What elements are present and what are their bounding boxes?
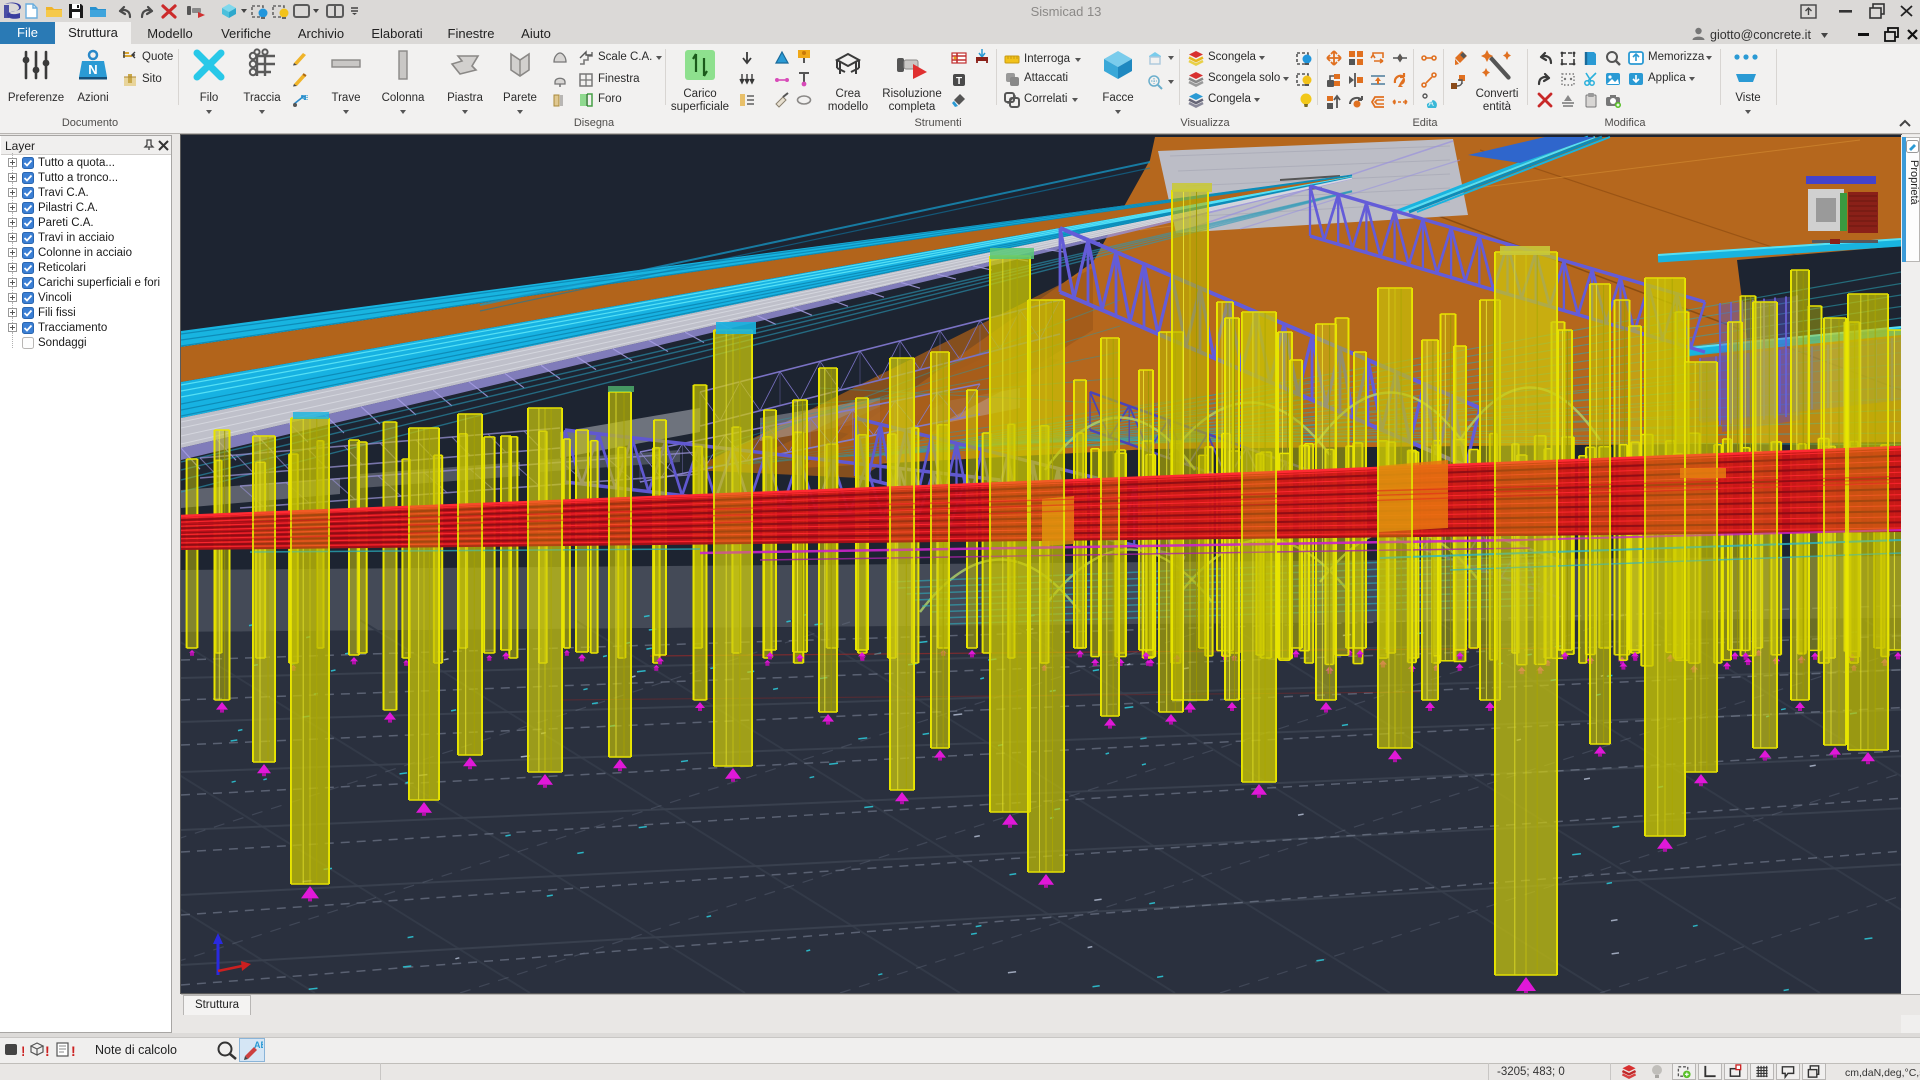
- svg-text:!: !: [45, 1043, 50, 1059]
- svg-text:N: N: [88, 62, 97, 77]
- svg-text:!: !: [71, 1043, 76, 1059]
- svg-text:!: !: [21, 1043, 24, 1059]
- svg-text:T: T: [956, 76, 962, 87]
- svg-text:AB: AB: [254, 1040, 263, 1050]
